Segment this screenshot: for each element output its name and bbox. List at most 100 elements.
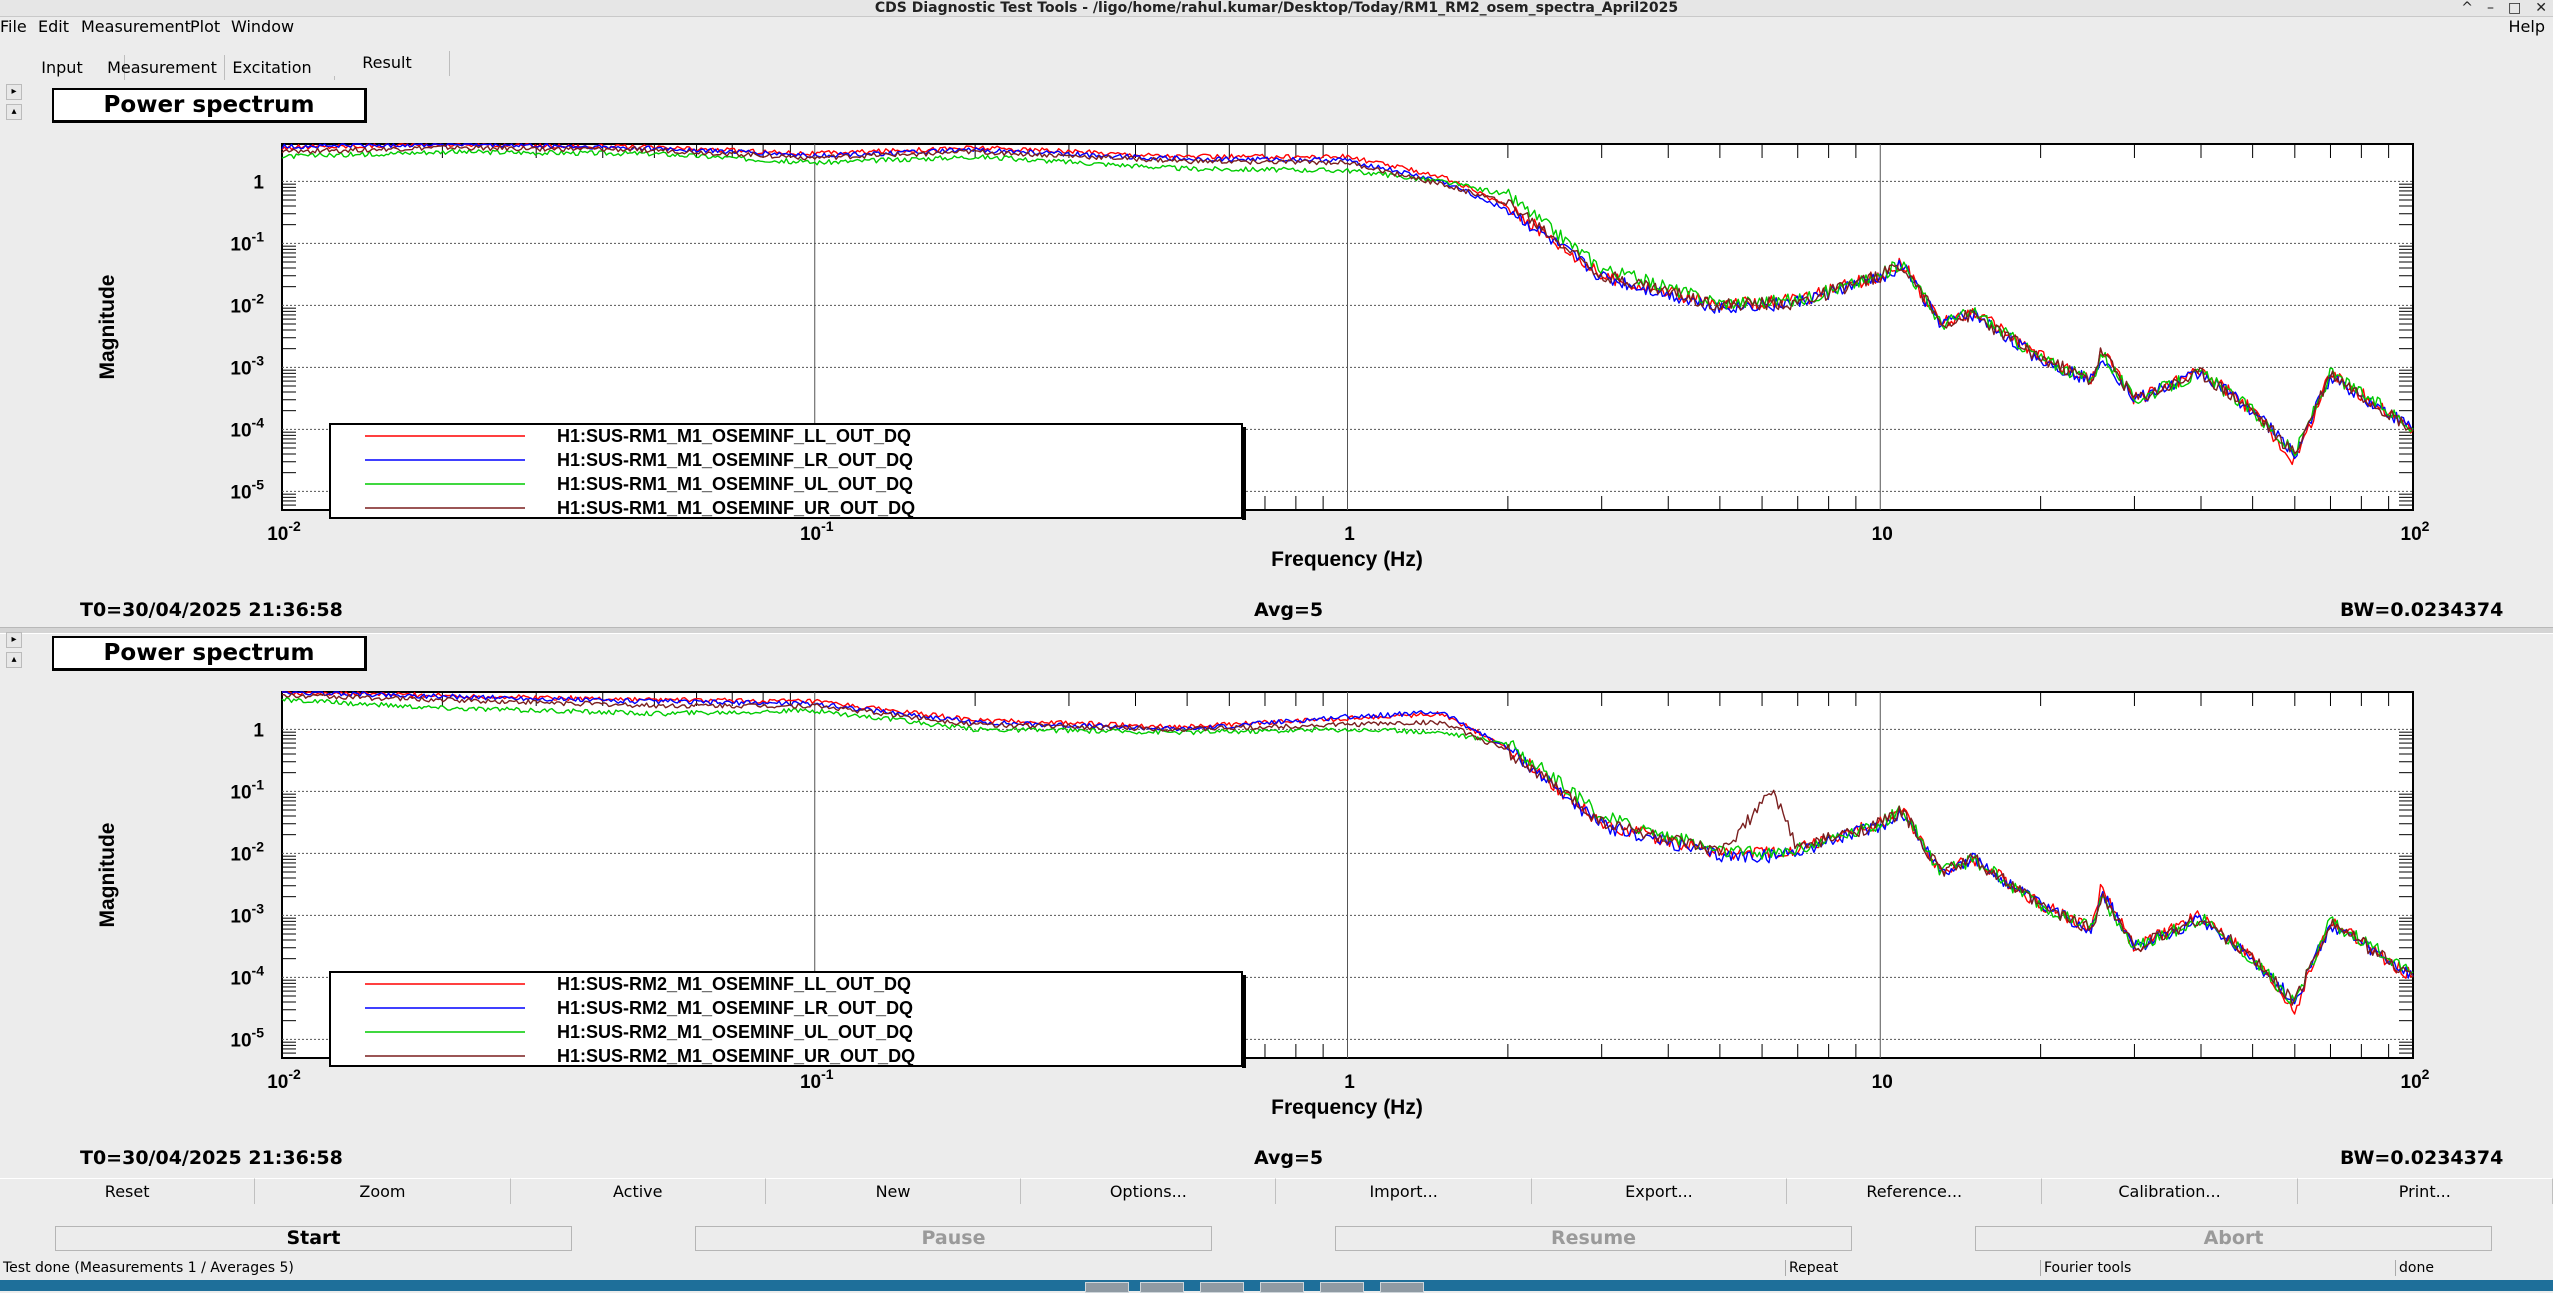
legend-label: H1:SUS-RM2_M1_OSEMINF_UR_OUT_DQ [557,1046,915,1066]
calibration-button[interactable]: Calibration... [2042,1178,2298,1204]
zoom-button[interactable]: Zoom [255,1178,511,1204]
menu-bar: File Edit Measurement Plot Window Help [0,18,2553,36]
maximize-icon[interactable]: □ [2508,0,2521,16]
resume-button[interactable]: Resume [1335,1226,1852,1251]
options-button[interactable]: Options... [1021,1178,1277,1204]
x-tick-label: 102 [2401,518,2430,545]
y-tick-exponent: -3 [252,352,265,368]
x-tick-exponent: -2 [288,518,301,534]
tab-excitation[interactable]: Excitation [210,55,335,80]
legend-label: H1:SUS-RM1_M1_OSEMINF_UL_OUT_DQ [557,474,913,494]
new-button[interactable]: New [765,1178,1022,1204]
x-tick-label: 102 [2401,1066,2430,1093]
minimize-icon[interactable]: – [2487,0,2494,16]
legend-label: H1:SUS-RM2_M1_OSEMINF_LR_OUT_DQ [557,998,913,1018]
panel-2-t0: T0=30/04/2025 21:36:58 [80,1147,343,1169]
y-tick-exponent: -1 [252,228,265,244]
panel-2-bw: BW=0.0234374 [2340,1147,2504,1169]
x-tick-label: 10-1 [800,518,834,545]
import-button[interactable]: Import... [1276,1178,1532,1204]
x-tick-label: 1 [1344,1072,1355,1093]
legend-label: H1:SUS-RM1_M1_OSEMINF_LR_OUT_DQ [557,450,913,470]
x-tick-label: 10-1 [800,1066,834,1093]
y-tick-label: 10-2 [230,838,264,865]
y-tick-label: 1 [253,720,264,741]
legend-label: H1:SUS-RM2_M1_OSEMINF_LL_OUT_DQ [557,974,911,994]
chart-2[interactable]: 110-110-210-310-410-510-2 10-1 1 10 102Frequ… [0,632,2553,1177]
shade-window-icon[interactable]: ^ [2461,0,2473,16]
x-tick-label: 10 [1872,524,1893,545]
menu-file[interactable]: File [0,18,27,36]
tab-measurement[interactable]: Measurement [100,55,225,80]
plot-panel-2: ▸ ▴ Power spectrum 1 10-1 10-2 10-3 10-4 10-5… [0,632,2553,1177]
plot-toolbar: Reset Zoom Active New Options... Import.… [0,1178,2553,1204]
panel-1-t0: T0=30/04/2025 21:36:58 [80,599,343,621]
status-tools: Fourier tools [2040,1260,2394,1276]
menu-edit[interactable]: Edit [38,18,69,36]
print-button[interactable]: Print... [2297,1178,2553,1204]
menu-help[interactable]: Help [2509,18,2545,36]
taskbar-app-icon[interactable] [1320,1282,1364,1293]
run-controls: Start Pause Resume Abort [0,1226,2553,1251]
taskbar-app-icon[interactable] [1085,1282,1129,1293]
taskbar-app-icon[interactable] [1140,1282,1184,1293]
panel-1-avg: Avg=5 [1254,599,1324,621]
y-axis-title: Magnitude [96,823,119,928]
y-tick-exponent: -2 [252,290,265,306]
y-tick-label: 10-2 [230,290,264,317]
taskbar-app-icon[interactable] [1380,1282,1424,1293]
reset-button[interactable]: Reset [0,1178,256,1204]
window-title: CDS Diagnostic Test Tools - /ligo/home/r… [874,0,1679,16]
y-tick-label: 10-1 [230,228,264,255]
y-tick-label: 10-3 [230,900,264,927]
main-tabs: Input Measurement Excitation Result [0,51,450,81]
x-tick-label: 10-2 [267,518,301,545]
reference-button[interactable]: Reference... [1787,1178,2043,1204]
x-tick-exponent: -1 [821,1066,834,1082]
legend-label: H1:SUS-RM2_M1_OSEMINF_UL_OUT_DQ [557,1022,913,1042]
window-controls: ^ – □ ✕ [2461,0,2547,16]
menu-window[interactable]: Window [231,18,294,36]
legend-label: H1:SUS-RM1_M1_OSEMINF_LL_OUT_DQ [557,426,911,446]
start-button[interactable]: Start [55,1226,572,1251]
taskbar-app-icon[interactable] [1260,1282,1304,1293]
x-tick-exponent: 2 [2422,1066,2430,1082]
y-tick-label: 10-4 [230,962,264,989]
y-tick-exponent: -3 [252,900,265,916]
y-tick-label: 10-4 [230,414,264,441]
y-tick-exponent: -2 [252,838,265,854]
y-tick-label: 10-5 [230,476,264,503]
y-tick-exponent: -4 [252,414,265,430]
chart-1[interactable]: 110-110-210-310-410-510-2 10-1 1 10 102Frequ… [0,84,2553,629]
menu-measurement[interactable]: Measurement [81,18,191,36]
y-tick-exponent: -5 [252,1024,265,1040]
tab-result[interactable]: Result [325,51,450,76]
y-tick-label: 10-3 [230,352,264,379]
x-axis-title: Frequency (Hz) [1271,1096,1423,1119]
export-button[interactable]: Export... [1531,1178,1788,1204]
y-tick-exponent: -1 [252,776,265,792]
y-axis-title: Magnitude [96,275,119,380]
x-tick-label: 1 [1344,524,1355,545]
legend-label: H1:SUS-RM1_M1_OSEMINF_UR_OUT_DQ [557,498,915,518]
close-icon[interactable]: ✕ [2535,0,2547,16]
status-state: done [2395,1260,2549,1276]
x-tick-exponent: -1 [821,518,834,534]
plot-panel-1: ▸ ▴ Power spectrum 1 10-1 10-2 10-3 10-4 10-5… [0,84,2553,629]
status-bar: Test done (Measurements 1 / Averages 5) … [0,1260,2553,1277]
status-repeat: Repeat [1785,1260,2039,1276]
pause-button[interactable]: Pause [695,1226,1212,1251]
x-tick-exponent: -2 [288,1066,301,1082]
x-tick-label: 10 [1872,1072,1893,1093]
x-tick-label: 10-2 [267,1066,301,1093]
window-titlebar: CDS Diagnostic Test Tools - /ligo/home/r… [0,0,2553,17]
panel-1-bw: BW=0.0234374 [2340,599,2504,621]
x-axis-title: Frequency (Hz) [1271,548,1423,571]
taskbar-app-icon[interactable] [1200,1282,1244,1293]
menu-plot[interactable]: Plot [190,18,220,36]
abort-button[interactable]: Abort [1975,1226,2492,1251]
y-tick-exponent: -4 [252,962,265,978]
active-button[interactable]: Active [510,1178,766,1204]
x-tick-exponent: 2 [2422,518,2430,534]
status-message: Test done (Measurements 1 / Averages 5) [3,1260,294,1276]
